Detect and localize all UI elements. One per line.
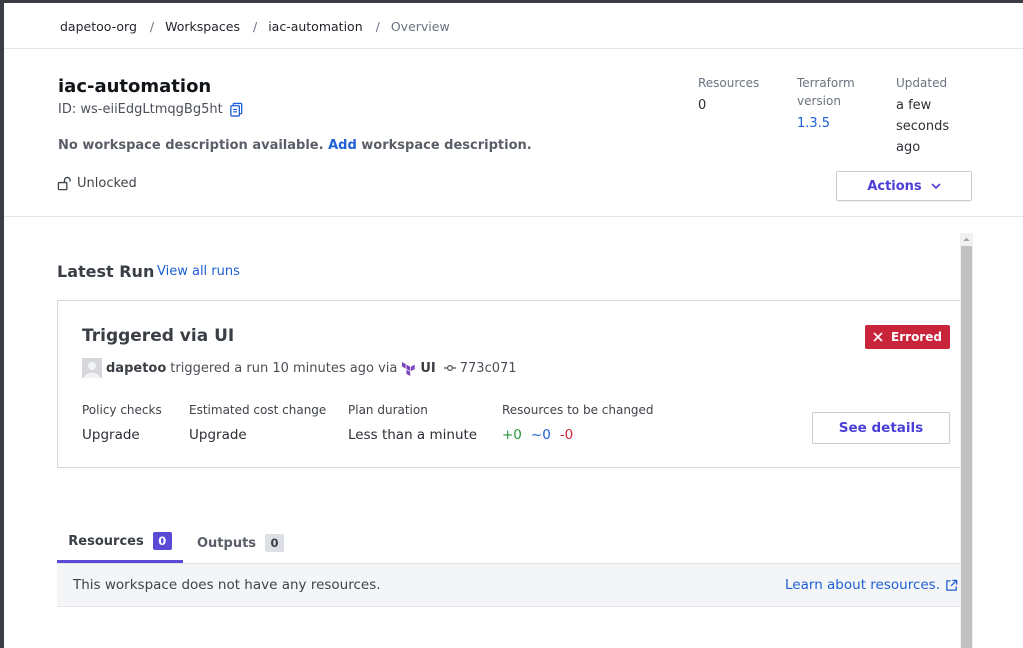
policy-checks-label: Policy checks [82, 403, 162, 417]
breadcrumb: dapetoo-org / Workspaces / iac-automatio… [60, 17, 450, 35]
commit-sha[interactable]: 773c071 [443, 360, 517, 376]
run-triggered-text: triggered a run 10 minutes ago via [170, 360, 398, 376]
chevron-down-icon [931, 182, 941, 189]
policy-checks-value: Upgrade [82, 427, 140, 443]
updated-line2: seconds [896, 119, 950, 134]
tab-outputs-count: 0 [265, 534, 285, 552]
section-divider [4, 216, 1023, 217]
external-link-icon [946, 579, 958, 591]
description-suffix: workspace description. [361, 138, 532, 153]
header-divider [4, 48, 1023, 49]
breadcrumb-workspaces-link[interactable]: Workspaces [165, 19, 240, 34]
terraform-version-link[interactable]: 1.3.5 [797, 113, 830, 134]
top-border [0, 0, 1023, 3]
learn-about-resources-link[interactable]: Learn about resources. [785, 577, 958, 593]
workspace-description: No workspace description available. Add … [58, 138, 532, 153]
cost-change-value: Upgrade [189, 427, 247, 443]
avatar [82, 358, 102, 378]
breadcrumb-separator: / [252, 18, 258, 34]
resources-add-count: +0 [502, 427, 522, 443]
status-badge: Errored [865, 325, 950, 349]
terraform-label-line2: version [797, 94, 841, 108]
commit-sha-text: 773c071 [459, 360, 517, 376]
commit-icon [443, 364, 456, 372]
updated-line3: ago [896, 140, 921, 155]
unlock-icon [57, 176, 71, 191]
run-title[interactable]: Triggered via UI [82, 326, 234, 346]
updated-line1: a few [896, 98, 932, 113]
workspace-id-text: ID: ws-eiiEdgLtmqgBg5ht [58, 102, 223, 117]
status-label: Errored [891, 330, 942, 344]
tab-outputs[interactable]: Outputs 0 [197, 522, 285, 564]
lock-status-label: Unlocked [77, 176, 137, 191]
workspace-title: iac-automation [58, 76, 212, 97]
scroll-up-arrow-icon[interactable] [960, 233, 973, 245]
close-icon [873, 332, 883, 342]
updated-value: a few seconds ago [896, 95, 949, 158]
resources-change-count: ~0 [530, 427, 551, 443]
breadcrumb-separator: / [375, 18, 380, 34]
breadcrumb-org-link[interactable]: dapetoo-org [60, 19, 137, 34]
view-all-runs-link[interactable]: View all runs [157, 264, 240, 279]
actions-button[interactable]: Actions [836, 171, 972, 201]
plan-duration-label: Plan duration [348, 403, 428, 417]
terraform-icon [402, 361, 416, 376]
run-meta: dapetoo triggered a run 10 minutes ago v… [82, 358, 517, 378]
scrollbar[interactable] [960, 233, 973, 648]
cost-change-label: Estimated cost change [189, 403, 327, 417]
add-description-link[interactable]: Add [328, 138, 357, 153]
breadcrumb-separator: / [149, 18, 155, 34]
copy-icon[interactable] [229, 102, 244, 117]
tab-outputs-label: Outputs [197, 535, 257, 551]
resources-empty-state: This workspace does not have any resourc… [57, 563, 960, 607]
resources-stat-label: Resources [698, 76, 760, 90]
user-avatar-icon [82, 358, 102, 378]
resources-destroy-count: -0 [559, 427, 574, 443]
learn-link-label: Learn about resources. [785, 577, 940, 593]
left-border [0, 0, 4, 648]
plan-duration-value: Less than a minute [348, 427, 478, 443]
description-prefix: No workspace description available. [58, 138, 324, 153]
run-user[interactable]: dapetoo [106, 361, 166, 376]
resources-changed-value: +0 ~0 -0 [502, 427, 573, 443]
latest-run-card: Triggered via UI Errored dapetoo trigger… [57, 300, 960, 468]
see-details-button[interactable]: See details [812, 412, 950, 444]
lock-status[interactable]: Unlocked [57, 176, 137, 191]
breadcrumb-current: Overview [390, 18, 450, 34]
empty-state-text: This workspace does not have any resourc… [73, 577, 381, 593]
run-source: UI [420, 360, 436, 376]
updated-label: Updated [896, 76, 948, 90]
resources-stat-value: 0 [698, 98, 707, 113]
resources-changed-label: Resources to be changed [502, 403, 654, 417]
breadcrumb-workspace-link[interactable]: iac-automation [268, 19, 362, 34]
terraform-label-line1: Terraform [797, 76, 855, 90]
scrollbar-thumb[interactable] [961, 246, 972, 648]
latest-run-title: Latest Run [57, 262, 155, 281]
tab-resources[interactable]: Resources 0 [57, 522, 183, 563]
tab-resources-label: Resources [68, 533, 144, 549]
terraform-version-label: Terraform version [797, 74, 855, 110]
workspace-id: ID: ws-eiiEdgLtmqgBg5ht [58, 102, 244, 117]
actions-label: Actions [867, 178, 922, 194]
tab-resources-count: 0 [152, 532, 172, 550]
